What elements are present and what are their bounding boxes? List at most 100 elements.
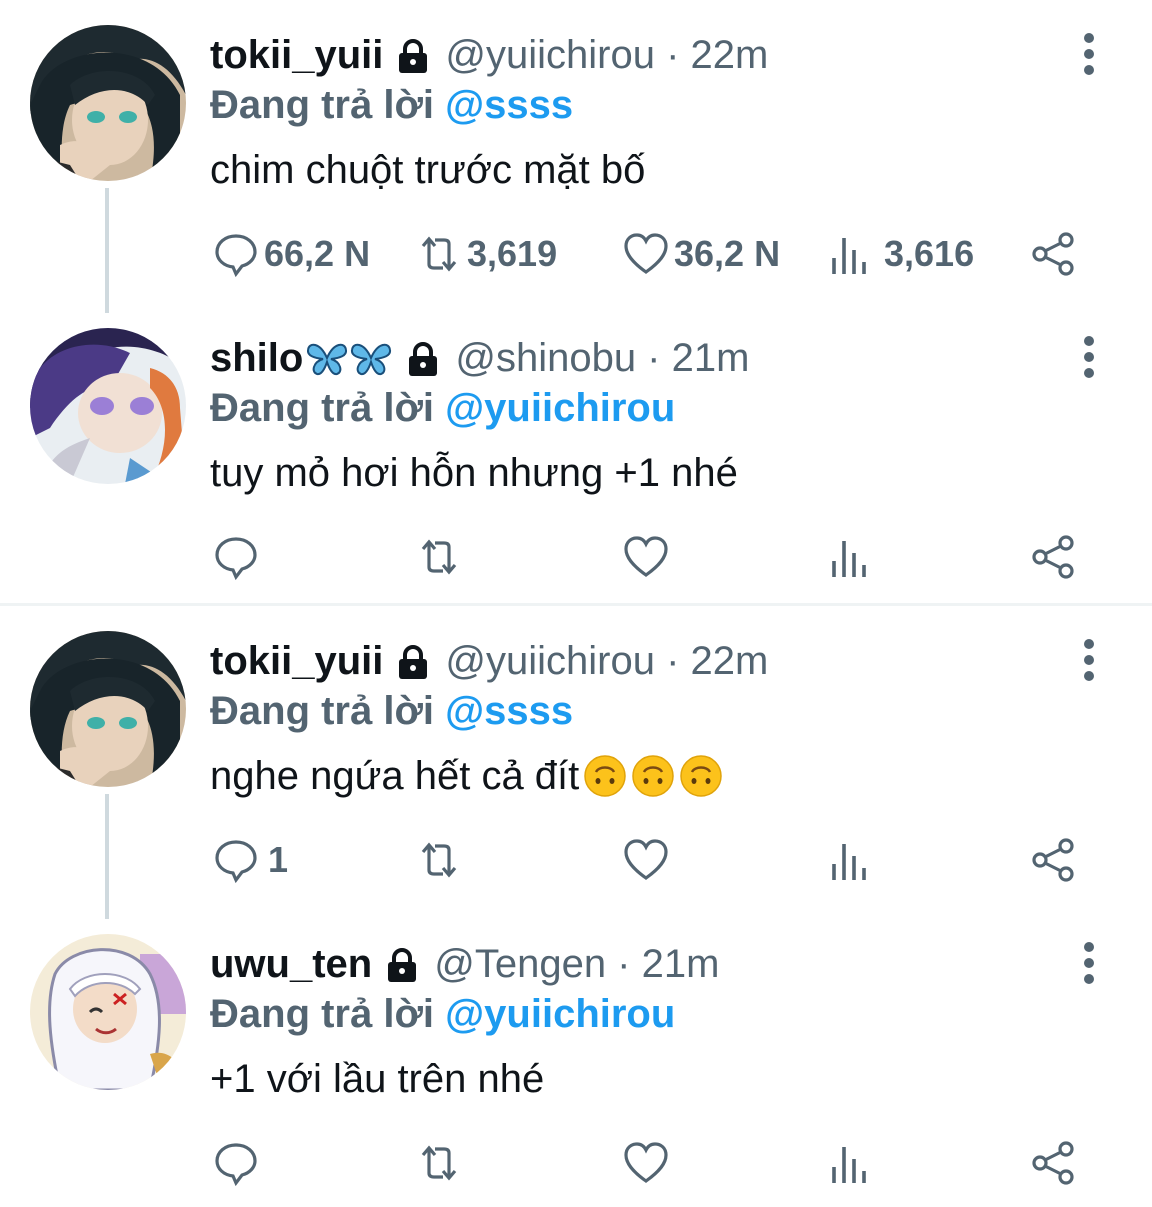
like-icon [624,839,668,880]
like-button[interactable]: 36,2 N [622,226,780,282]
reply-icon [215,840,257,884]
share-icon [1032,838,1074,882]
handle-time[interactable]: @shinobu · 21m [455,332,749,384]
retweet-button[interactable] [415,832,463,888]
views-button[interactable] [826,832,874,888]
tweet-text: chim chuột trước mặt bố [210,145,645,195]
views-icon [832,844,866,880]
display-name[interactable]: tokii_yuii [210,635,383,687]
views-button[interactable] [826,1135,874,1191]
tweet[interactable]: tokii_yuii @yuiichirou · 22m Đang trả lờ… [0,606,1152,919]
tweet-header: tokii_yuii @yuiichirou · 22m [210,635,768,687]
reply-count: 66,2 N [264,233,371,274]
share-button[interactable] [1030,832,1078,888]
tweet-header: tokii_yuii @yuiichirou · 22m [210,29,768,81]
avatar-image [30,328,186,484]
views-count: 3,616 [884,233,975,274]
tweet[interactable]: shilo @shinobu · 21m Đang trả lời @yuiic… [0,303,1152,603]
retweet-button[interactable]: 3,619 [415,226,557,282]
avatar[interactable] [30,25,186,181]
tweet-text-body: +1 với lầu trên nhé [210,1057,545,1101]
like-button[interactable] [622,832,670,888]
action-bar [0,529,1152,585]
reply-mention[interactable]: @yuiichirou [445,386,675,430]
reply-button[interactable]: 1 [212,832,288,888]
avatar[interactable] [30,631,186,787]
replying-to: Đang trả lời @yuiichirou [210,989,675,1039]
tweet-text-body: chim chuột trước mặt bố [210,148,646,192]
tweet[interactable]: uwu_ten @Tengen · 21m Đang trả lời @yuii… [0,909,1152,1207]
like-button[interactable] [622,529,670,585]
reply-icon [215,234,257,278]
share-icon [1032,1141,1074,1185]
tweet-text: +1 với lầu trên nhé [210,1054,544,1104]
retweet-icon [421,236,457,272]
tweet-header: uwu_ten @Tengen · 21m [210,938,719,990]
butterfly-emoji [305,338,393,378]
handle-time[interactable]: @Tengen · 21m [434,938,719,990]
reply-mention[interactable]: @yuiichirou [445,992,675,1036]
views-icon [832,1147,866,1183]
reply-prefix: Đang trả lời [210,386,435,430]
avatar[interactable] [30,934,186,1090]
share-button[interactable] [1030,226,1078,282]
upside-down-face-emoji [584,755,627,797]
retweet-button[interactable] [415,529,463,585]
reply-prefix: Đang trả lời [210,992,435,1036]
handle-time[interactable]: @yuiichirou · 22m [445,29,768,81]
views-icon [832,541,866,577]
reply-icon [215,537,257,581]
tweet-text: nghe ngứa hết cả đít [210,751,723,801]
share-icon [1032,535,1074,579]
retweet-icon [421,842,457,878]
action-bar: 66,2 N 3,619 36,2 N 3,616 [0,226,1152,282]
views-button[interactable] [826,529,874,585]
lock-icon [393,643,433,683]
retweet-icon [421,539,457,575]
like-icon [624,536,668,577]
views-button[interactable]: 3,616 [826,226,974,282]
reply-prefix: Đang trả lời [210,83,435,127]
more-vertical-icon[interactable] [1075,335,1103,379]
views-icon [832,238,866,274]
upside-down-face-emoji [680,755,723,797]
display-name[interactable]: uwu_ten [210,938,372,990]
display-name[interactable]: tokii_yuii [210,29,383,81]
tweet-text: tuy mỏ hơi hỗn nhưng +1 nhé [210,448,738,498]
retweet-icon [421,1145,457,1181]
more-vertical-icon[interactable] [1075,32,1103,76]
reply-button[interactable] [212,1135,260,1191]
tweet-text-body: nghe ngứa hết cả đít [210,754,580,798]
replying-to: Đang trả lời @ssss [210,686,573,736]
reply-mention[interactable]: @ssss [445,689,573,733]
reply-mention[interactable]: @ssss [445,83,573,127]
action-bar [0,1135,1152,1191]
like-button[interactable] [622,1135,670,1191]
tweet-text-body: tuy mỏ hơi hỗn nhưng +1 nhé [210,451,738,495]
handle-time[interactable]: @yuiichirou · 22m [445,635,768,687]
avatar-image [30,631,186,787]
reply-count: 1 [268,839,289,880]
like-icon [624,1142,668,1183]
replying-to: Đang trả lời @yuiichirou [210,383,675,433]
share-button[interactable] [1030,529,1078,585]
more-vertical-icon[interactable] [1075,941,1103,985]
avatar-image [30,25,186,181]
lock-icon [403,340,443,380]
like-count: 36,2 N [674,233,781,274]
display-name[interactable]: shilo [210,332,303,384]
tweet-header: shilo @shinobu · 21m [210,332,749,384]
reply-button[interactable] [212,529,260,585]
retweet-button[interactable] [415,1135,463,1191]
more-vertical-icon[interactable] [1075,638,1103,682]
retweet-count: 3,619 [467,233,558,274]
avatar[interactable] [30,328,186,484]
avatar-image [30,934,186,1090]
action-bar: 1 [0,832,1152,888]
reply-button[interactable]: 66,2 N [212,226,370,282]
share-button[interactable] [1030,1135,1078,1191]
tweet[interactable]: tokii_yuii @yuiichirou · 22m Đang trả lờ… [0,0,1152,313]
share-icon [1032,232,1074,276]
lock-icon [382,946,422,986]
replying-to: Đang trả lời @ssss [210,80,573,130]
